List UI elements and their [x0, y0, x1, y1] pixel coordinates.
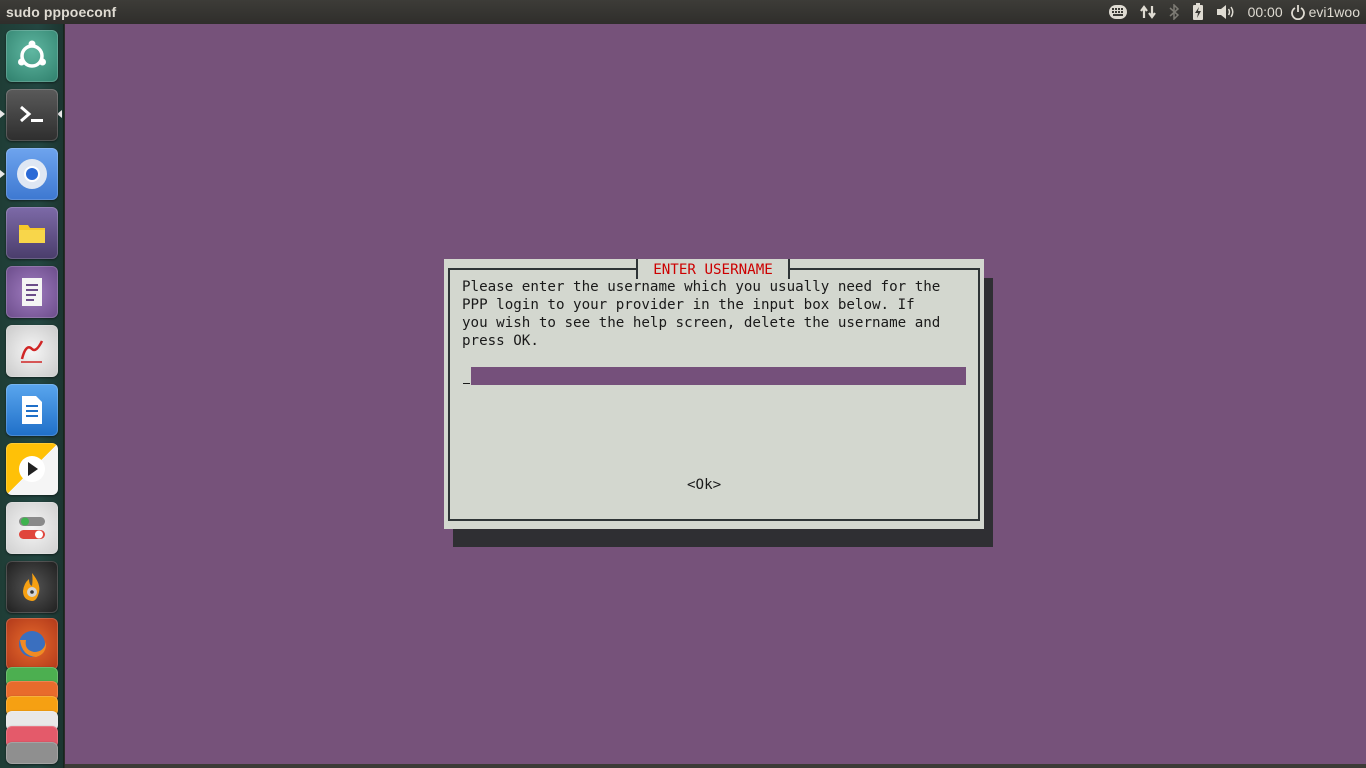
enter-username-dialog: ENTER USERNAME Please enter the username… [444, 259, 984, 529]
volume-icon[interactable] [1210, 0, 1242, 24]
files-launcher[interactable] [6, 207, 58, 259]
media-player-launcher[interactable] [6, 443, 58, 495]
indicator-area: 00:00 evi1woo [1102, 0, 1366, 24]
username-input[interactable] [462, 367, 966, 385]
terminal-icon [20, 105, 43, 123]
pen-icon [20, 340, 44, 363]
play-icon [19, 456, 45, 482]
input-cursor [462, 367, 471, 385]
keyboard-layout-icon[interactable] [1102, 0, 1134, 24]
window-bottom-edge [65, 764, 1366, 768]
folder-icon [19, 225, 45, 243]
clock[interactable]: 00:00 [1242, 4, 1291, 20]
flame-disc-icon [23, 573, 40, 601]
terminal-launcher[interactable] [6, 89, 58, 141]
battery-icon[interactable] [1186, 0, 1210, 24]
settings-toggle-launcher[interactable] [6, 502, 58, 554]
writer-icon [22, 396, 42, 424]
launcher [0, 24, 64, 768]
power-icon [1290, 5, 1305, 20]
session-menu[interactable]: evi1woo [1290, 4, 1360, 20]
trash-launcher[interactable] [6, 742, 58, 764]
running-indicator [0, 170, 5, 178]
toggle-icon [19, 517, 45, 539]
firefox-icon [19, 631, 47, 657]
writer-launcher[interactable] [6, 384, 58, 436]
burner-launcher[interactable] [6, 561, 58, 613]
user-name: evi1woo [1308, 4, 1360, 20]
pen-app-launcher[interactable] [6, 325, 58, 377]
top-panel: sudo pppoeconf 00:00 evi1woo [0, 0, 1366, 24]
chromium-launcher[interactable] [6, 148, 58, 200]
ubuntu-dash-button[interactable] [6, 30, 58, 82]
window-title: sudo pppoeconf [6, 4, 117, 20]
ubuntu-logo-icon [18, 40, 46, 68]
dialog-title: ENTER USERNAME [636, 259, 790, 279]
document-icon [22, 278, 42, 306]
network-updown-icon[interactable] [1134, 0, 1162, 24]
chromium-icon [17, 159, 47, 189]
running-indicator [0, 110, 5, 118]
dialog-message: Please enter the username which you usua… [462, 279, 941, 349]
firefox-launcher[interactable] [6, 618, 58, 670]
ok-button[interactable]: <Ok> [686, 476, 722, 494]
document-viewer-launcher[interactable] [6, 266, 58, 318]
bluetooth-icon[interactable] [1162, 0, 1186, 24]
